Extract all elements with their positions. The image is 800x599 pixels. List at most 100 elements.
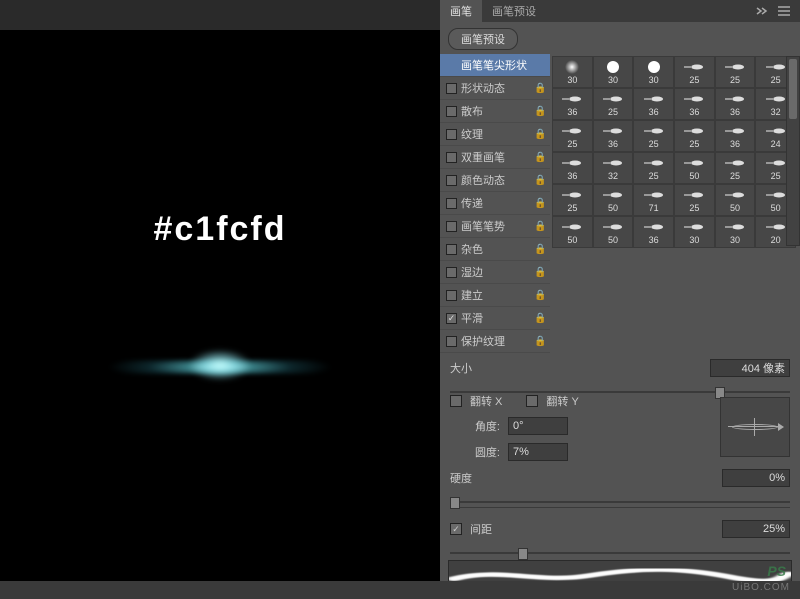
option-checkbox[interactable]	[446, 175, 457, 186]
brush-tip-3[interactable]: 25	[674, 56, 715, 88]
size-input[interactable]	[710, 359, 790, 377]
brush-tip-28[interactable]: 50	[715, 184, 756, 216]
option-checkbox[interactable]: ✓	[446, 313, 457, 324]
brush-size-label: 36	[567, 107, 577, 117]
brush-size-label: 25	[771, 75, 781, 85]
option-label: 颜色动态	[461, 172, 530, 188]
brush-tip-2[interactable]: 30	[633, 56, 674, 88]
brush-tip-32[interactable]: 36	[633, 216, 674, 248]
scroll-thumb[interactable]	[789, 59, 797, 119]
brush-tip-31[interactable]: 50	[593, 216, 634, 248]
brush-tip-18[interactable]: 36	[552, 152, 593, 184]
brush-size-label: 25	[649, 171, 659, 181]
option-label: 散布	[461, 103, 530, 119]
lock-icon: 🔒	[534, 313, 544, 324]
flipx-label: 翻转 X	[470, 393, 502, 409]
roundness-input[interactable]	[508, 443, 568, 461]
brush-tip-8[interactable]: 36	[633, 88, 674, 120]
brush-size-label: 50	[608, 203, 618, 213]
brush-size-label: 36	[730, 107, 740, 117]
brush-grid-scrollbar[interactable]	[786, 56, 800, 246]
option-checkbox[interactable]	[446, 221, 457, 232]
brush-option-8[interactable]: 杂色 🔒	[440, 238, 550, 261]
menu-icon[interactable]	[778, 6, 790, 16]
option-checkbox[interactable]	[446, 198, 457, 209]
brush-tip-34[interactable]: 30	[715, 216, 756, 248]
brush-size-label: 25	[730, 75, 740, 85]
brush-tip-20[interactable]: 25	[633, 152, 674, 184]
brush-tip-4[interactable]: 25	[715, 56, 756, 88]
brush-size-label: 50	[608, 235, 618, 245]
option-checkbox[interactable]	[446, 336, 457, 347]
brush-option-0[interactable]: 画笔笔尖形状	[440, 54, 550, 77]
brush-tip-19[interactable]: 32	[593, 152, 634, 184]
tab-brush-presets[interactable]: 画笔预设	[482, 0, 546, 22]
flipy-checkbox[interactable]	[526, 395, 538, 407]
option-checkbox[interactable]	[446, 244, 457, 255]
brush-tip-14[interactable]: 25	[633, 120, 674, 152]
option-label: 湿边	[461, 264, 530, 280]
brush-tip-33[interactable]: 30	[674, 216, 715, 248]
lock-icon: 🔒	[534, 152, 544, 163]
brush-tip-25[interactable]: 50	[593, 184, 634, 216]
brush-size-label: 25	[689, 203, 699, 213]
brush-tip-grid: 3030302525253625363636322536252536243632…	[552, 56, 796, 248]
option-checkbox[interactable]	[446, 106, 457, 117]
brush-option-1[interactable]: 形状动态🔒	[440, 77, 550, 100]
brush-option-2[interactable]: 散布🔒	[440, 100, 550, 123]
brush-size-label: 71	[649, 203, 659, 213]
option-checkbox[interactable]	[446, 83, 457, 94]
brush-option-7[interactable]: 画笔笔势🔒	[440, 215, 550, 238]
option-checkbox[interactable]	[446, 152, 457, 163]
brush-tip-26[interactable]: 71	[633, 184, 674, 216]
watermark-url: UiBO.COM	[732, 582, 790, 593]
brush-tip-15[interactable]: 25	[674, 120, 715, 152]
flipx-checkbox[interactable]	[450, 395, 462, 407]
option-checkbox[interactable]	[446, 267, 457, 278]
flipy-label: 翻转 Y	[546, 393, 578, 409]
brush-option-9[interactable]: 湿边🔒	[440, 261, 550, 284]
option-label: 平滑	[461, 310, 530, 326]
brush-option-10[interactable]: 建立🔒	[440, 284, 550, 307]
brush-tip-9[interactable]: 36	[674, 88, 715, 120]
brush-size-label: 30	[730, 235, 740, 245]
brush-size-label: 50	[567, 235, 577, 245]
option-checkbox[interactable]	[446, 129, 457, 140]
option-checkbox[interactable]	[446, 290, 457, 301]
brush-size-label: 30	[649, 75, 659, 85]
spacing-checkbox[interactable]: ✓	[450, 523, 462, 535]
brush-tip-13[interactable]: 36	[593, 120, 634, 152]
brush-option-3[interactable]: 纹理🔒	[440, 123, 550, 146]
brush-tip-16[interactable]: 36	[715, 120, 756, 152]
option-label: 画笔笔尖形状	[461, 57, 530, 73]
brush-tip-12[interactable]: 25	[552, 120, 593, 152]
brush-tip-27[interactable]: 25	[674, 184, 715, 216]
spacing-input[interactable]	[722, 520, 790, 538]
brush-tip-30[interactable]: 50	[552, 216, 593, 248]
brush-option-12[interactable]: 保护纹理🔒	[440, 330, 550, 353]
brush-option-6[interactable]: 传递🔒	[440, 192, 550, 215]
brush-tip-7[interactable]: 25	[593, 88, 634, 120]
canvas[interactable]: #c1fcfd	[0, 30, 440, 580]
brush-option-4[interactable]: 双重画笔🔒	[440, 146, 550, 169]
brush-tip-22[interactable]: 25	[715, 152, 756, 184]
brush-tip-24[interactable]: 25	[552, 184, 593, 216]
collapse-icon[interactable]	[756, 6, 770, 16]
option-label: 杂色	[461, 241, 530, 257]
size-label: 大小	[450, 360, 490, 376]
brush-tip-21[interactable]: 50	[674, 152, 715, 184]
brush-tip-1[interactable]: 30	[593, 56, 634, 88]
tab-brush[interactable]: 画笔	[440, 0, 482, 22]
brush-option-11[interactable]: ✓ 平滑 🔒	[440, 307, 550, 330]
angle-input[interactable]	[508, 417, 568, 435]
brush-presets-button[interactable]: 画笔预设	[448, 28, 518, 50]
angle-widget[interactable]	[720, 397, 790, 457]
brush-tip-6[interactable]: 36	[552, 88, 593, 120]
brush-tip-0[interactable]: 30	[552, 56, 593, 88]
lock-icon: 🔒	[534, 244, 544, 255]
brush-size-label: 24	[771, 139, 781, 149]
brush-tip-10[interactable]: 36	[715, 88, 756, 120]
panel-tabs: 画笔 画笔预设	[440, 0, 800, 22]
hardness-input[interactable]	[722, 469, 790, 487]
brush-option-5[interactable]: 颜色动态🔒	[440, 169, 550, 192]
